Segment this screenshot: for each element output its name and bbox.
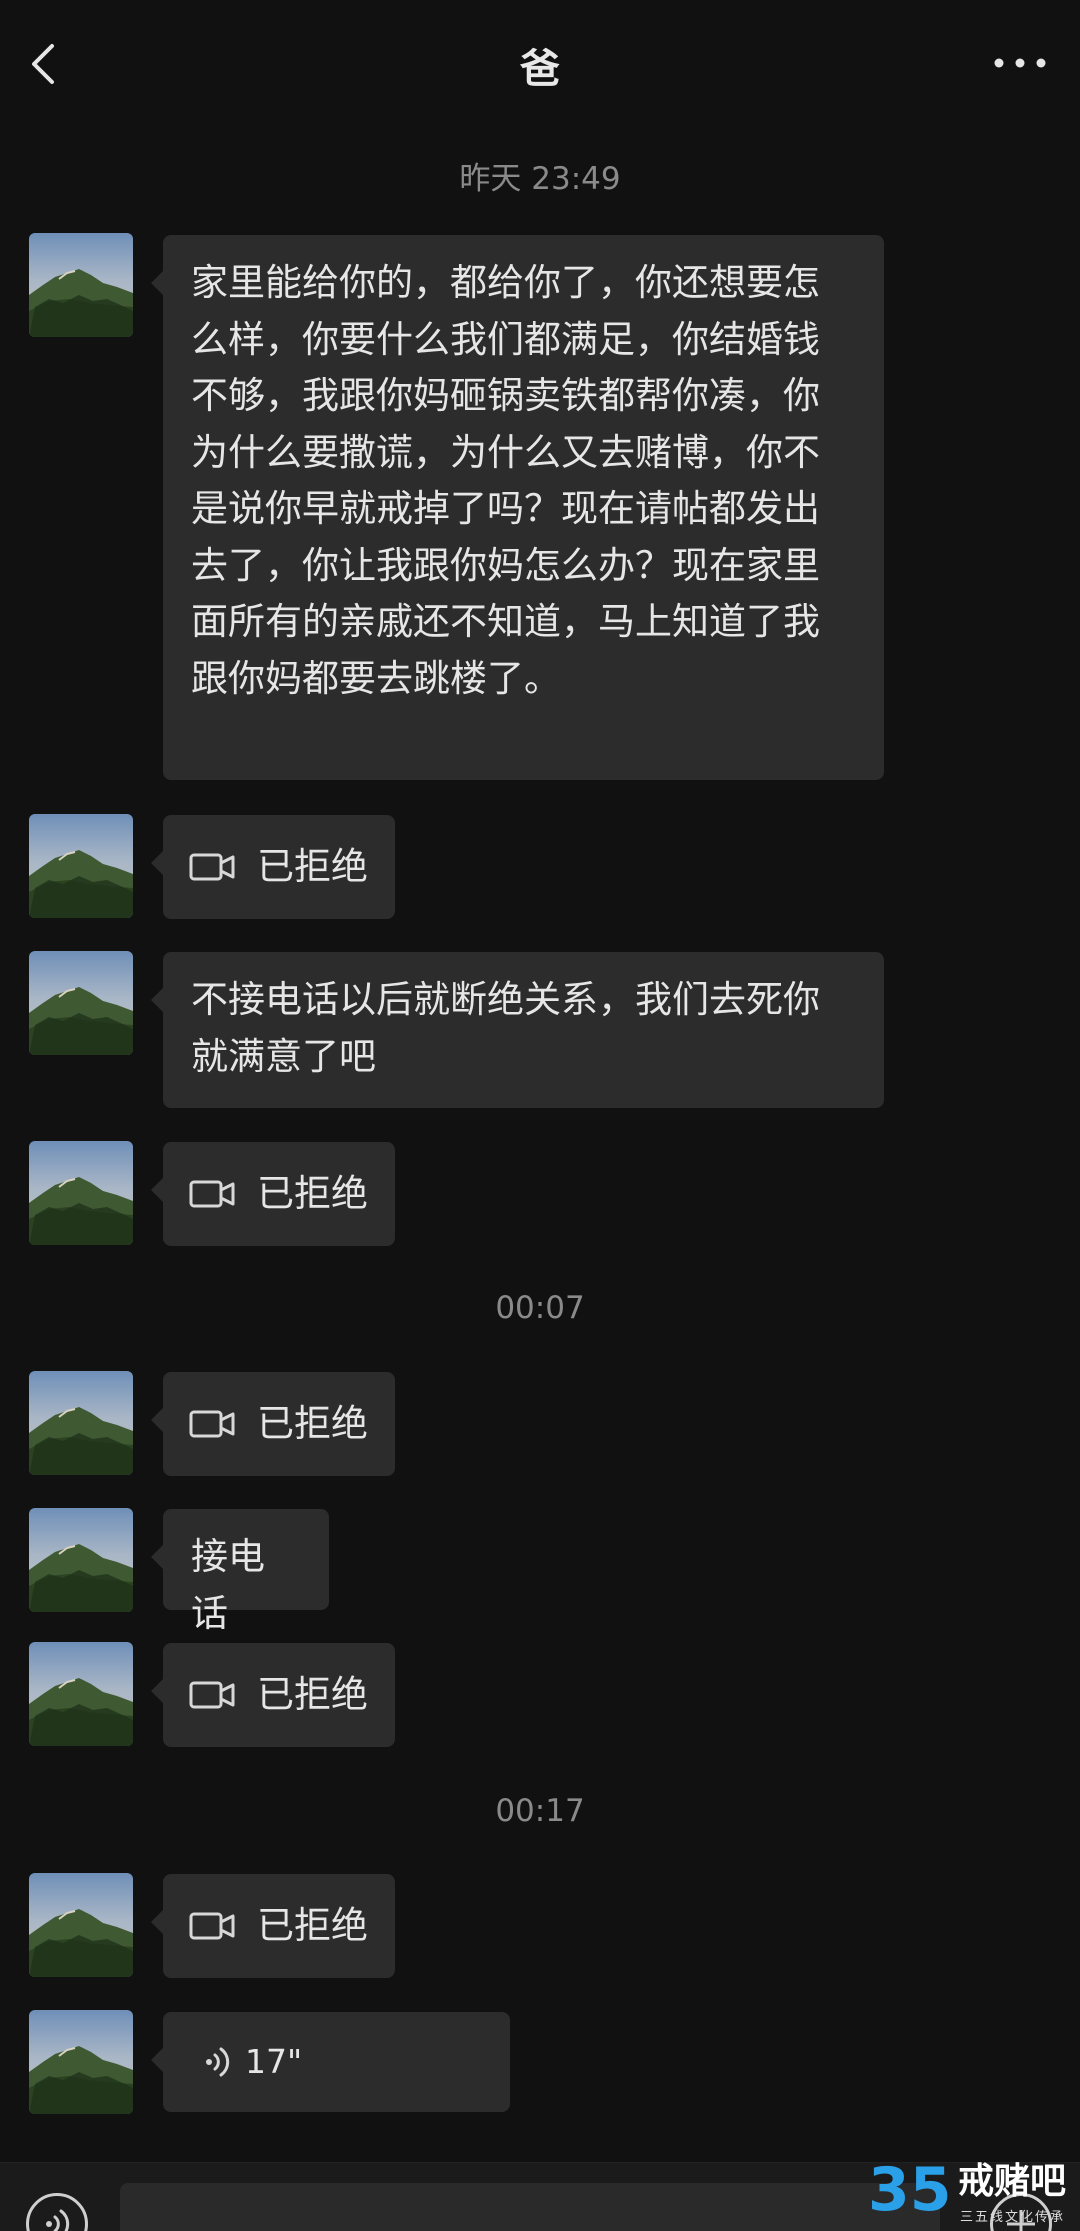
video-call-bubble[interactable]: 已拒绝 <box>151 1874 395 1978</box>
video-call-bubble[interactable]: 已拒绝 <box>151 815 395 919</box>
video-camera-icon <box>189 1410 235 1438</box>
call-status: 已拒绝 <box>257 1672 368 1716</box>
avatar[interactable] <box>29 1371 133 1475</box>
video-camera-icon <box>189 1912 235 1940</box>
voice-wave-icon <box>206 2047 230 2077</box>
avatar[interactable] <box>29 1873 133 1977</box>
timestamp: 00:17 <box>495 1793 585 1829</box>
voice-message-bubble[interactable]: 17" <box>151 2012 510 2112</box>
avatar[interactable] <box>29 814 133 918</box>
voice-input-toggle-button[interactable] <box>26 2193 88 2231</box>
message-bubble[interactable]: 接电话 <box>151 1509 329 1635</box>
watermark-subtitle: 三五线文化传承 <box>960 2210 1066 2225</box>
video-call-bubble[interactable]: 已拒绝 <box>151 1372 395 1476</box>
more-button[interactable] <box>990 48 1050 78</box>
message-text: 家里能给你的，都给你了，你还想要怎么样，你要什么我们都满足，你结婚钱不够，我跟你… <box>191 261 820 700</box>
message-bubble[interactable]: 家里能给你的，都给你了，你还想要怎么样，你要什么我们都满足，你结婚钱不够，我跟你… <box>151 235 884 780</box>
video-camera-icon <box>189 853 235 881</box>
avatar[interactable] <box>29 2010 133 2114</box>
video-camera-icon <box>189 1681 235 1709</box>
video-call-bubble[interactable]: 已拒绝 <box>151 1643 395 1747</box>
avatar[interactable] <box>29 1642 133 1746</box>
call-status: 已拒绝 <box>257 1903 368 1947</box>
voice-wave-icon <box>46 2209 70 2231</box>
message-bubble[interactable]: 不接电话以后就断绝关系，我们去死你就满意了吧 <box>151 952 884 1108</box>
voice-duration: 17" <box>245 2041 303 2081</box>
call-status: 已拒绝 <box>257 1171 368 1215</box>
watermark-name: 戒赌吧 <box>958 2161 1067 2202</box>
message-text: 接电话 <box>191 1535 265 1635</box>
chat-header: 爸 <box>0 0 1080 130</box>
message-input[interactable] <box>120 2183 940 2231</box>
chat-title: 爸 <box>520 46 560 92</box>
video-camera-icon <box>189 1180 235 1208</box>
call-status: 已拒绝 <box>257 844 368 888</box>
video-call-bubble[interactable]: 已拒绝 <box>151 1142 395 1246</box>
avatar[interactable] <box>29 233 133 337</box>
watermark: 35 戒赌吧 三五线文化传承 <box>868 2160 1080 2231</box>
watermark-number: 35 <box>868 2155 952 2225</box>
timestamp: 昨天 23:49 <box>459 161 621 197</box>
chat-screen: 爸 昨天 23:49 家里能给你的，都给你了，你还想要怎么样，你要什么我们都满足… <box>0 0 1080 2231</box>
call-status: 已拒绝 <box>257 1401 368 1445</box>
avatar[interactable] <box>29 1141 133 1245</box>
message-text: 不接电话以后就断绝关系，我们去死你就满意了吧 <box>191 978 820 1078</box>
more-dots-icon <box>994 58 1046 68</box>
avatar[interactable] <box>29 1508 133 1612</box>
avatar[interactable] <box>29 951 133 1055</box>
timestamp: 00:07 <box>495 1290 585 1326</box>
